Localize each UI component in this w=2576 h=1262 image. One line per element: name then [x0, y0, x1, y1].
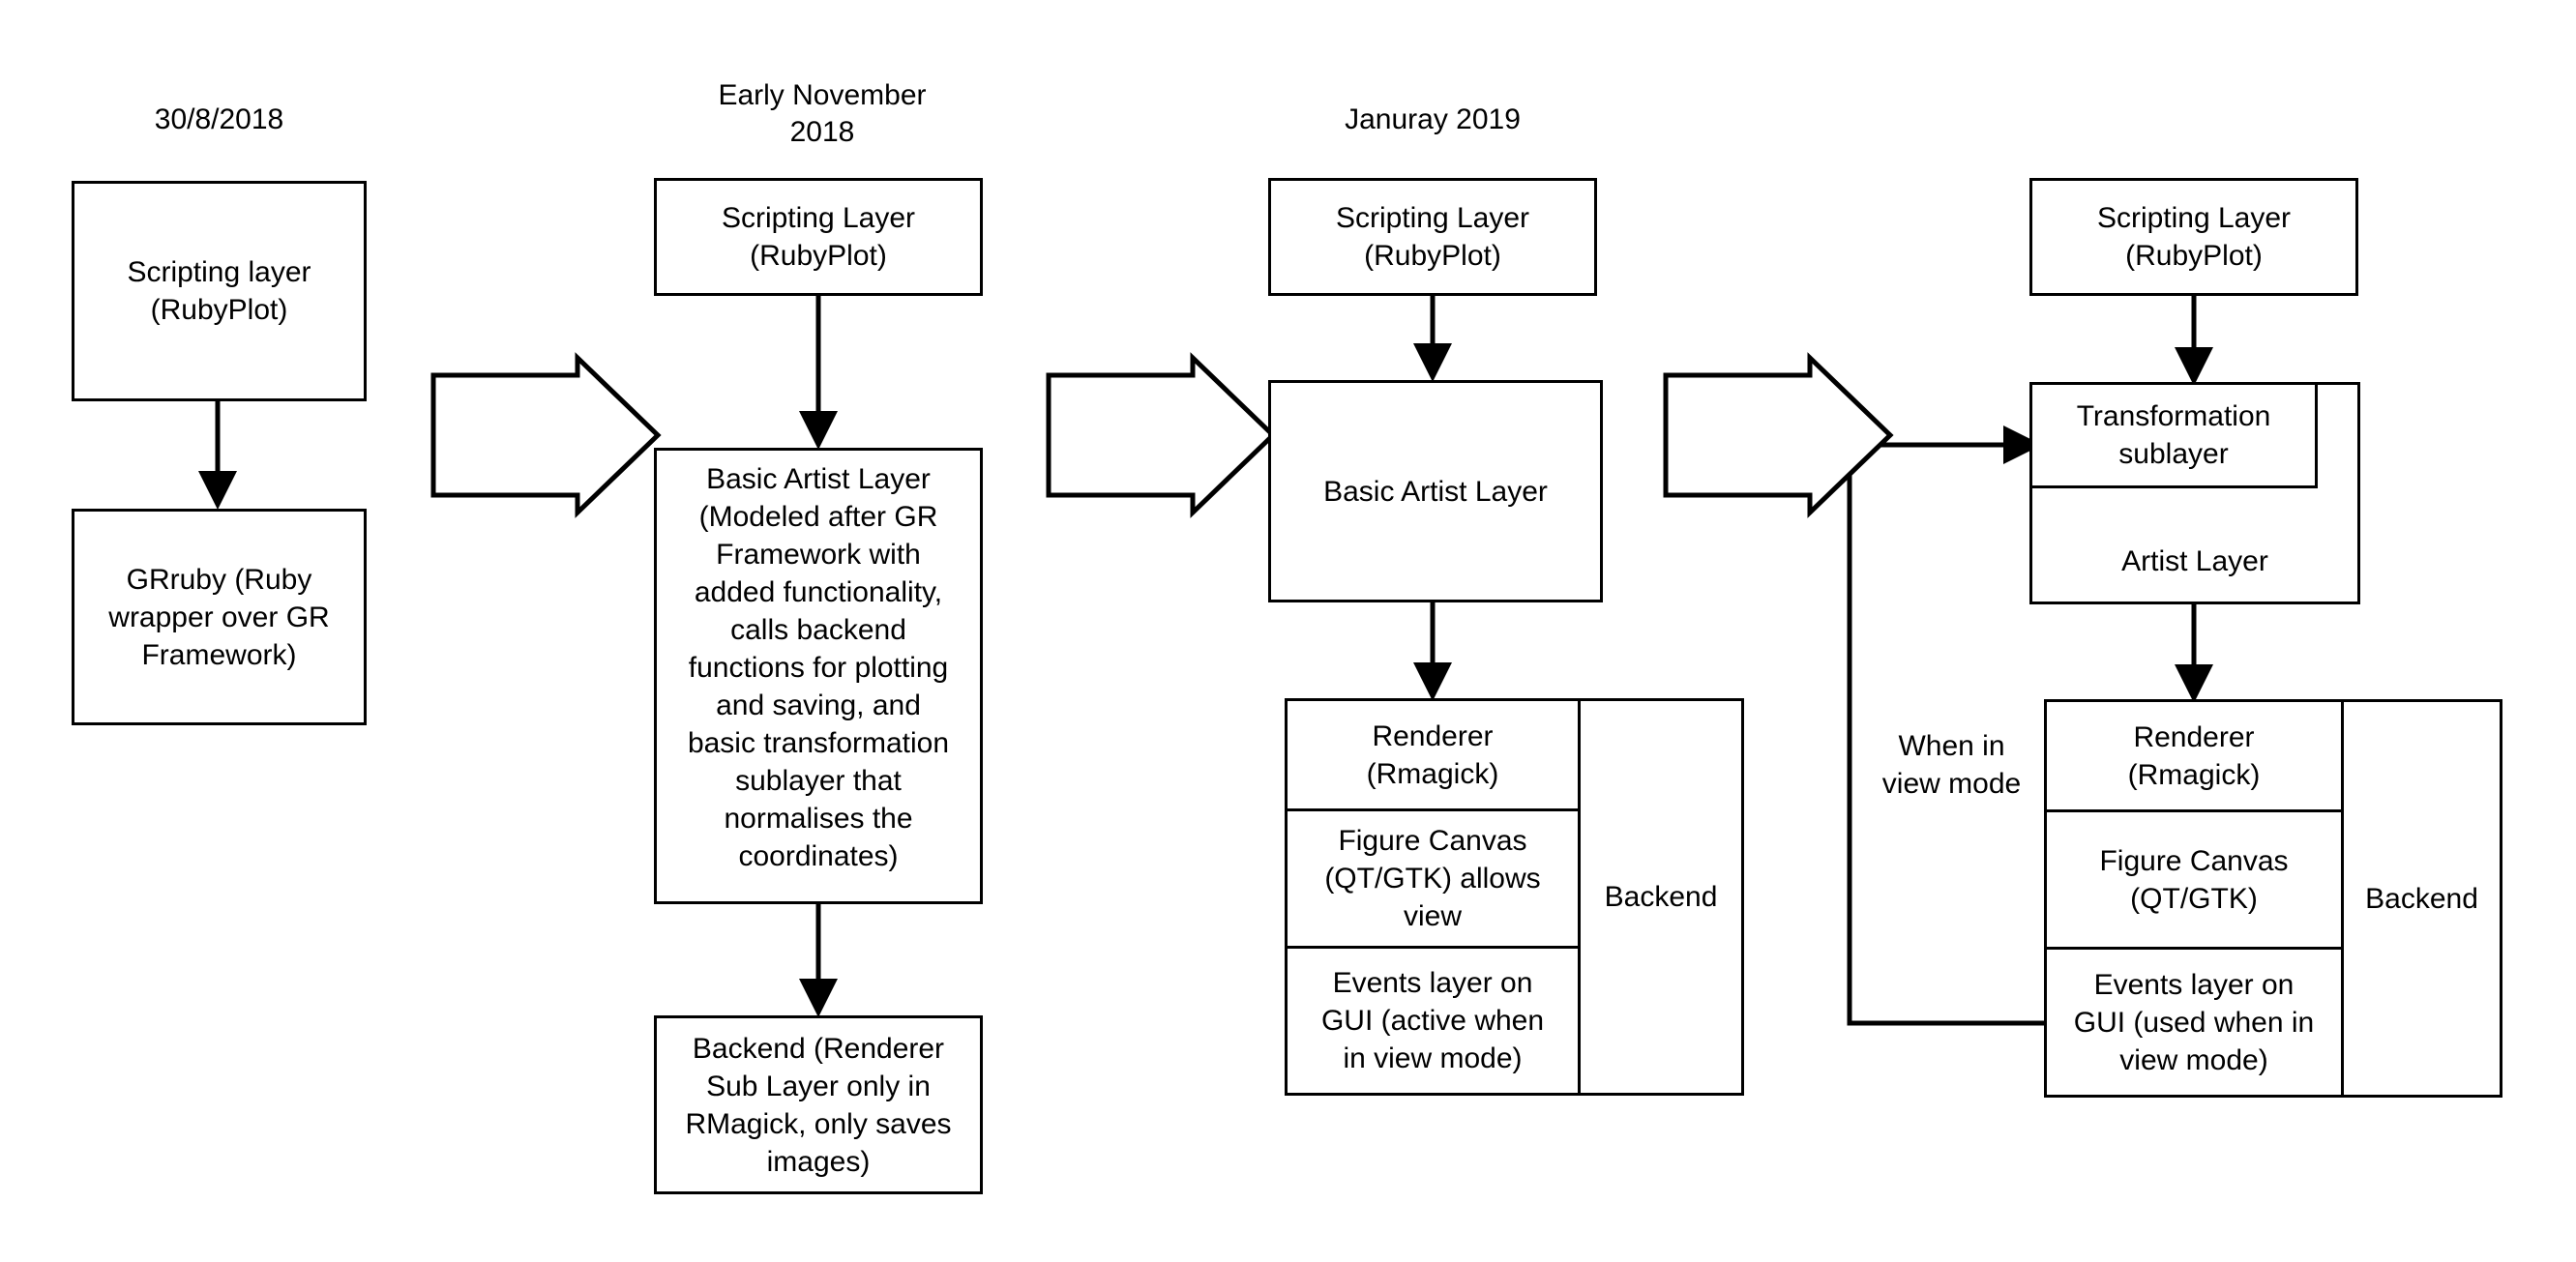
- column-heading-1: 30/8/2018: [154, 103, 284, 135]
- node-figure-canvas-latest[interactable]: Figure Canvas (QT/GTK): [2044, 809, 2344, 950]
- node-artist-layer-label: Artist Layer: [2121, 545, 2268, 577]
- node-events-layer-jan2019[interactable]: Events layer on GUI (active when in view…: [1285, 946, 1581, 1096]
- node-backend-latest[interactable]: Backend: [2341, 699, 2502, 1098]
- stage-arrow-1: [430, 352, 662, 518]
- column-heading-2: Early November 2018: [718, 79, 927, 149]
- stage-arrow-3: [1663, 352, 1894, 518]
- node-renderer-jan2019[interactable]: Renderer (Rmagick): [1285, 698, 1581, 811]
- node-figure-canvas-jan2019[interactable]: Figure Canvas (QT/GTK) allows view: [1285, 808, 1581, 949]
- node-events-layer-latest[interactable]: Events layer on GUI (used when in view m…: [2044, 947, 2344, 1098]
- stage-arrow-2: [1046, 352, 1277, 518]
- annotation-view-mode-note: When in view mode: [1881, 730, 2022, 800]
- node-backend-rmagick-nov2018[interactable]: Backend (Renderer Sub Layer only in RMag…: [654, 1015, 983, 1194]
- node-scripting-layer-2018[interactable]: Scripting layer (RubyPlot): [72, 181, 367, 401]
- node-transformation-sublayer[interactable]: Transformation sublayer: [2029, 382, 2318, 488]
- column-heading-3: Januray 2019: [1345, 103, 1521, 135]
- node-basic-artist-layer-jan2019[interactable]: Basic Artist Layer: [1268, 380, 1603, 602]
- node-backend-jan2019[interactable]: Backend: [1578, 698, 1744, 1096]
- node-renderer-latest[interactable]: Renderer (Rmagick): [2044, 699, 2344, 812]
- node-basic-artist-layer-nov2018[interactable]: Basic Artist Layer (Modeled after GR Fra…: [654, 448, 983, 904]
- node-scripting-layer-latest[interactable]: Scripting Layer (RubyPlot): [2029, 178, 2358, 296]
- node-scripting-layer-jan2019[interactable]: Scripting Layer (RubyPlot): [1268, 178, 1597, 296]
- diagram-canvas: 30/8/2018 Scripting layer (RubyPlot) GRr…: [0, 0, 2576, 1262]
- node-scripting-layer-nov2018[interactable]: Scripting Layer (RubyPlot): [654, 178, 983, 296]
- node-grruby-wrapper[interactable]: GRruby (Ruby wrapper over GR Framework): [72, 509, 367, 725]
